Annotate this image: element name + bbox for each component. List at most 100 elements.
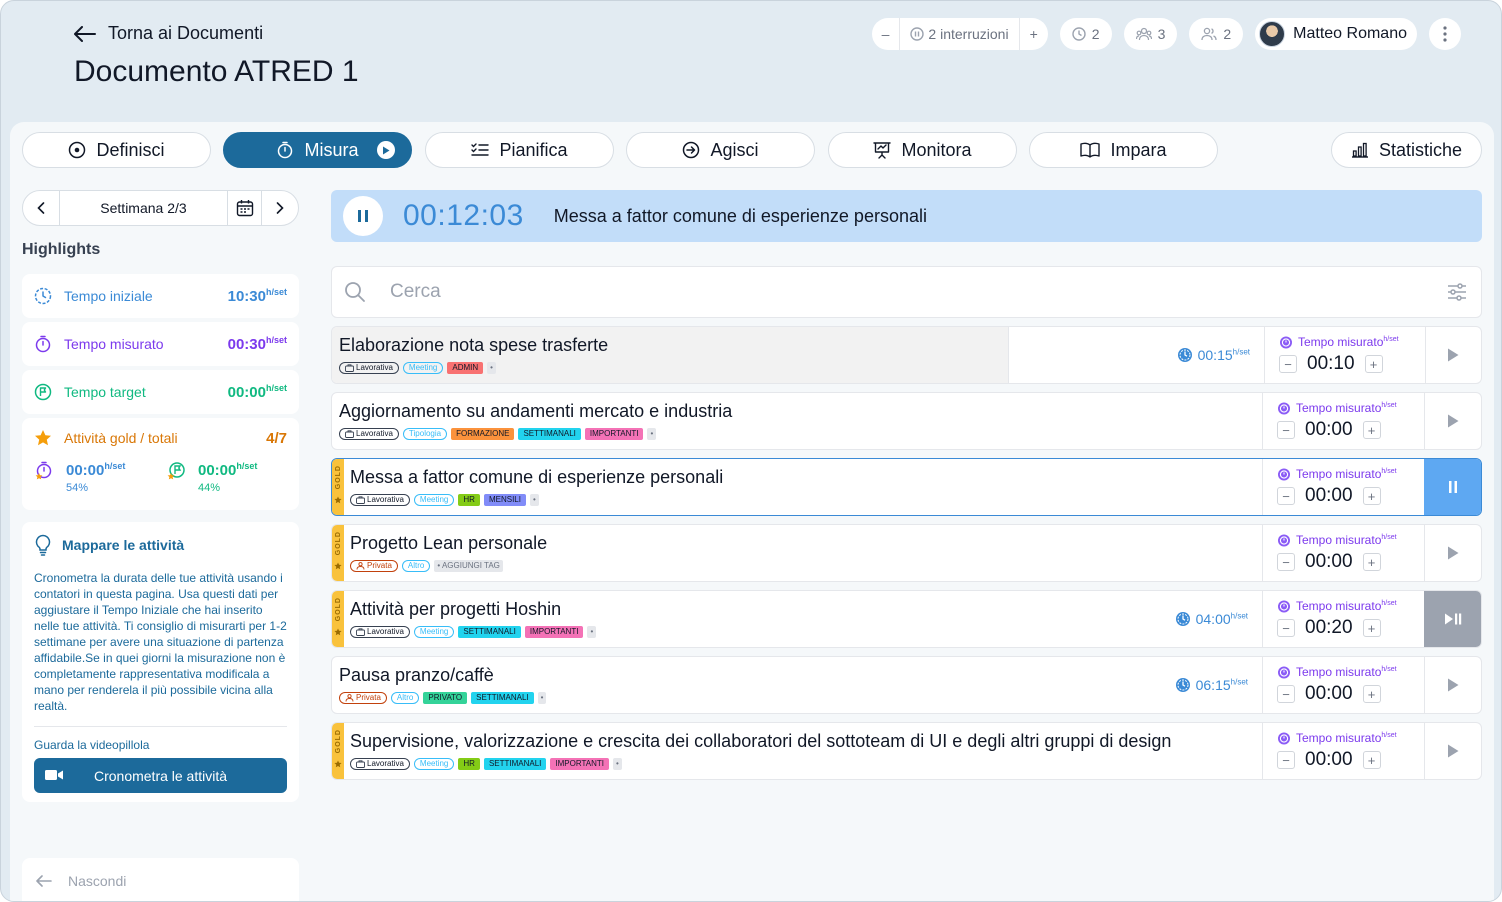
stopwatch-icon <box>1277 533 1291 547</box>
users-badge[interactable]: 2 <box>1189 18 1244 50</box>
activity-info[interactable]: Attività per progetti Hoshin Lavorativa Me… <box>344 591 1262 647</box>
activity-row[interactable]: Pausa pranzo/caffè Privata Altro PRIVATO SET… <box>331 656 1482 714</box>
tag-label[interactable]: IMPORTANTI <box>524 626 584 638</box>
measured-label: Tempo misuratoh/set <box>1277 401 1424 415</box>
add-tag-button[interactable]: • <box>537 692 547 704</box>
measured-time-column: Tempo misuratoh/set −00:10 + <box>1264 327 1425 383</box>
timer-pause-button[interactable] <box>343 196 383 236</box>
timer-toggle-button[interactable] <box>1424 723 1481 779</box>
tag-type[interactable]: Privata <box>339 692 387 704</box>
activity-info[interactable]: Messa a fattor comune di esperienze pers… <box>344 459 1262 515</box>
timer-toggle-button[interactable] <box>1424 459 1481 515</box>
interruptions-plus-button[interactable]: + <box>1018 18 1048 50</box>
tag-label[interactable]: PRIVATO <box>423 692 468 704</box>
back-link[interactable]: Torna ai Documenti <box>74 23 263 44</box>
tag-type[interactable]: Lavorativa <box>339 428 399 440</box>
highlight-label: Attività gold / totali <box>64 430 178 446</box>
decrement-button[interactable]: − <box>1277 553 1295 571</box>
add-tag-button[interactable]: • <box>587 626 597 638</box>
timer-toggle-button[interactable] <box>1424 525 1481 581</box>
start-timing-button[interactable]: Cronometra le attività <box>34 758 287 793</box>
increment-button[interactable]: + <box>1362 619 1381 637</box>
timer-toggle-button[interactable] <box>1424 327 1481 383</box>
calendar-button[interactable] <box>228 191 262 225</box>
tag-label[interactable]: SETTIMANALI <box>471 692 534 704</box>
measured-time-column: Tempo misuratoh/set −00:00 + <box>1262 459 1424 515</box>
decrement-button[interactable]: − <box>1277 685 1295 703</box>
tab-misura[interactable]: Misura <box>223 132 412 168</box>
hide-sidebar-button[interactable]: Nascondi <box>22 858 299 901</box>
tag-label[interactable]: IMPORTANTI <box>550 758 609 770</box>
decrement-button[interactable]: − <box>1277 421 1295 439</box>
tag-label[interactable]: IMPORTANTI <box>584 428 644 440</box>
increment-button[interactable]: + <box>1362 751 1381 769</box>
activity-row[interactable]: GOLD Attività per progetti Hoshin Lavorati… <box>331 590 1482 648</box>
activity-info[interactable]: Pausa pranzo/caffè Privata Altro PRIVATO SET… <box>332 657 1262 713</box>
tag-category[interactable]: Altro <box>401 560 431 572</box>
activity-info[interactable]: Aggiornamento su andamenti mercato e ind… <box>332 393 1262 449</box>
briefcase-icon <box>345 430 354 438</box>
tab-monitora[interactable]: Monitora <box>828 132 1017 168</box>
add-tag-button[interactable]: • <box>529 494 539 506</box>
activity-info[interactable]: Elaborazione nota spese trasferte Lavorat… <box>332 327 1008 383</box>
tab-pianifica[interactable]: Pianifica <box>425 132 614 168</box>
activity-row[interactable]: Elaborazione nota spese trasferte Lavorat… <box>331 326 1482 384</box>
tag-label[interactable]: HR <box>458 494 480 506</box>
decrement-button[interactable]: − <box>1279 355 1297 373</box>
activity-row[interactable]: GOLD Supervisione, valorizzazione e cresc… <box>331 722 1482 780</box>
video-link[interactable]: Guarda la videopillola <box>34 738 287 752</box>
timer-toggle-button[interactable] <box>1424 591 1481 647</box>
tag-category[interactable]: Tipologia <box>402 428 448 440</box>
tag-label[interactable]: SETTIMANALI <box>518 428 581 440</box>
decrement-button[interactable]: − <box>1277 619 1295 637</box>
activity-row[interactable]: GOLD Progetto Lean personale Privata Altro •… <box>331 524 1482 582</box>
team-badge[interactable]: 3 <box>1123 18 1178 50</box>
tab-impara[interactable]: Impara <box>1029 132 1218 168</box>
more-menu-button[interactable] <box>1429 18 1461 50</box>
tag-label[interactable]: ADMIN <box>447 362 484 374</box>
increment-button[interactable]: + <box>1362 487 1381 505</box>
timer-toggle-button[interactable] <box>1424 393 1481 449</box>
tag-type[interactable]: Lavorativa <box>350 626 410 638</box>
tab-definisci[interactable]: Definisci <box>22 132 211 168</box>
pause-circle-icon <box>910 27 925 41</box>
filter-sliders-icon[interactable] <box>1447 283 1467 301</box>
activity-row[interactable]: Aggiornamento su andamenti mercato e ind… <box>331 392 1482 450</box>
increment-button[interactable]: + <box>1362 553 1381 571</box>
increment-button[interactable]: + <box>1362 421 1381 439</box>
tag-category[interactable]: Meeting <box>413 494 455 506</box>
tag-label[interactable]: FORMAZIONE <box>451 428 515 440</box>
user-menu[interactable]: Matteo Romano <box>1255 18 1417 50</box>
tag-label[interactable]: HR <box>458 758 480 770</box>
tag-label[interactable]: SETTIMANALI <box>483 758 547 770</box>
add-tag-button[interactable]: • <box>613 758 622 770</box>
add-tag-button[interactable]: • AGGIUNGI TAG <box>434 560 503 572</box>
tag-type[interactable]: Lavorativa <box>350 494 410 506</box>
tab-statistiche[interactable]: Statistiche <box>1331 132 1482 168</box>
decrement-button[interactable]: − <box>1277 487 1295 505</box>
add-tag-button[interactable]: • <box>647 428 657 440</box>
tag-label[interactable]: MENSILI <box>483 494 526 506</box>
week-prev-button[interactable] <box>23 191 59 225</box>
tag-type[interactable]: Lavorativa <box>339 362 399 374</box>
search-input[interactable] <box>390 281 1447 303</box>
timer-toggle-button[interactable] <box>1424 657 1481 713</box>
tab-agisci[interactable]: Agisci <box>626 132 815 168</box>
decrement-button[interactable]: − <box>1277 751 1295 769</box>
tag-label[interactable]: SETTIMANALI <box>458 626 521 638</box>
add-tag-button[interactable]: • <box>487 362 496 374</box>
increment-button[interactable]: + <box>1362 685 1381 703</box>
tag-type[interactable]: Lavorativa <box>350 758 410 770</box>
tag-category[interactable]: Meeting <box>402 362 444 374</box>
interruptions-minus-button[interactable]: – <box>872 18 900 50</box>
tag-category[interactable]: Altro <box>390 692 420 704</box>
timers-badge[interactable]: 2 <box>1059 18 1112 50</box>
tag-category[interactable]: Meeting <box>413 626 455 638</box>
activity-row[interactable]: GOLD Messa a fattor comune di esperienze … <box>331 458 1482 516</box>
activity-info[interactable]: Supervisione, valorizzazione e crescita … <box>344 723 1262 779</box>
week-next-button[interactable] <box>262 191 298 225</box>
activity-info[interactable]: Progetto Lean personale Privata Altro • AGG… <box>344 525 1262 581</box>
tag-category[interactable]: Meeting <box>413 758 455 770</box>
tag-type[interactable]: Privata <box>350 560 398 572</box>
increment-button[interactable]: + <box>1364 355 1383 373</box>
